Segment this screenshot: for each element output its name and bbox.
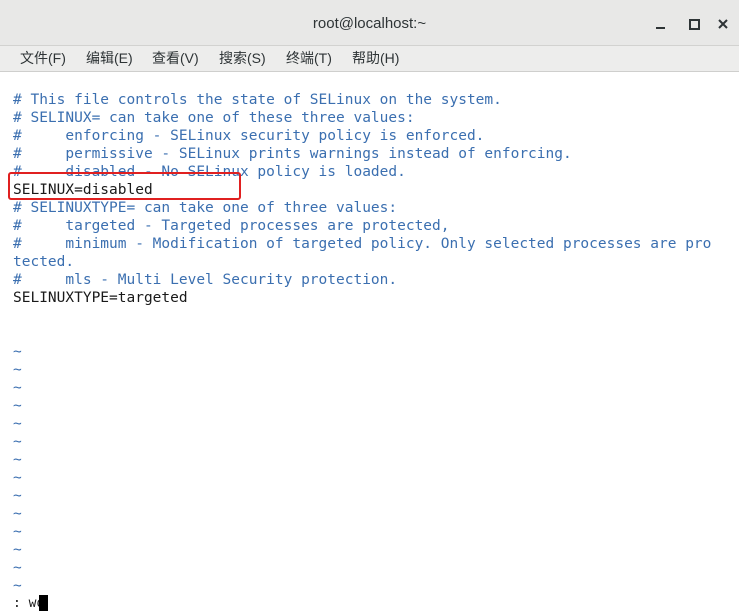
menu-terminal[interactable]: 终端(T) [286, 46, 332, 72]
empty-line-tilde: ~ [13, 398, 22, 414]
empty-line-tilde: ~ [13, 434, 22, 450]
editor-line: # enforcing - SELinux security policy is… [13, 128, 485, 144]
empty-line-tilde: ~ [13, 470, 22, 486]
minimize-button[interactable] [650, 14, 670, 34]
empty-line-tilde: ~ [13, 506, 22, 522]
menubar: 文件(F) 编辑(E) 查看(V) 搜索(S) 终端(T) 帮助(H) [0, 46, 739, 72]
menu-view[interactable]: 查看(V) [152, 46, 199, 72]
empty-line-tilde: ~ [13, 452, 22, 468]
editor-line: # mls - Multi Level Security protection. [13, 272, 398, 288]
text-cursor [39, 595, 48, 611]
empty-line-tilde: ~ [13, 362, 22, 378]
empty-line-tilde: ~ [13, 578, 22, 594]
editor-line: # This file controls the state of SELinu… [13, 92, 502, 108]
editor-line: # SELINUX= can take one of these three v… [13, 110, 415, 126]
empty-line-tilde: ~ [13, 416, 22, 432]
window-titlebar[interactable]: root@localhost:~ [0, 0, 739, 46]
close-icon [718, 19, 728, 29]
editor-line: tected. [13, 254, 75, 270]
menu-file[interactable]: 文件(F) [20, 46, 66, 72]
empty-line-tilde: ~ [13, 344, 22, 360]
window-title: root@localhost:~ [312, 15, 427, 32]
terminal-editor[interactable]: # This file controls the state of SELinu… [0, 72, 739, 612]
menu-help[interactable]: 帮助(H) [352, 46, 399, 72]
empty-line-tilde: ~ [13, 542, 22, 558]
editor-line: # targeted - Targeted processes are prot… [13, 218, 450, 234]
editor-line: # minimum - Modification of targeted pol… [13, 236, 712, 252]
maximize-icon [688, 18, 700, 30]
menu-search[interactable]: 搜索(S) [219, 46, 266, 72]
empty-line-tilde: ~ [13, 560, 22, 576]
highlight-annotation-box [8, 172, 241, 200]
empty-line-tilde: ~ [13, 488, 22, 504]
empty-line-tilde: ~ [13, 524, 22, 540]
maximize-button[interactable] [684, 14, 704, 34]
empty-line-tilde: ~ [13, 380, 22, 396]
menu-edit[interactable]: 编辑(E) [86, 46, 133, 72]
editor-line: SELINUXTYPE=targeted [13, 290, 188, 306]
editor-line: # permissive - SELinux prints warnings i… [13, 146, 572, 162]
close-button[interactable] [713, 14, 733, 34]
editor-line: # SELINUXTYPE= can take one of three val… [13, 200, 398, 216]
minimize-icon [655, 27, 665, 29]
